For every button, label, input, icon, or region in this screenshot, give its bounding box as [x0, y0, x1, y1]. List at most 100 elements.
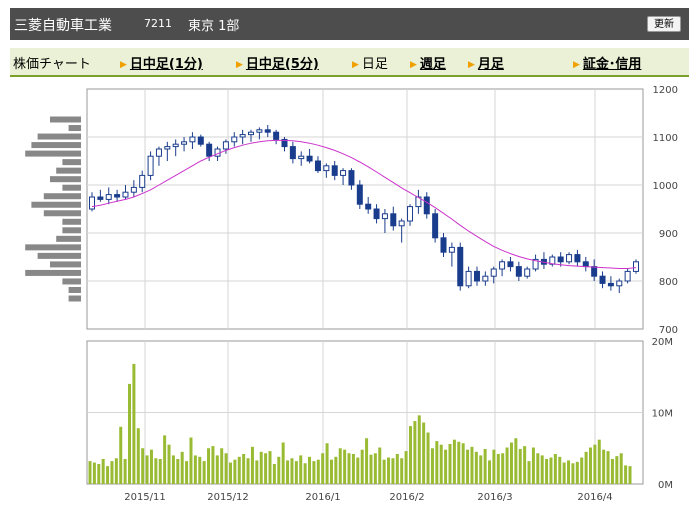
price-tick-label: 700 — [659, 325, 678, 336]
candle-body — [298, 155, 305, 160]
volume-bar — [479, 455, 483, 484]
volume-bar — [180, 451, 184, 484]
volume-bar — [422, 422, 426, 484]
volume-bar — [149, 449, 153, 484]
volume-profile-bar — [50, 261, 81, 268]
candle-body — [490, 268, 497, 277]
candle-body — [155, 148, 162, 157]
volume-bar — [294, 461, 298, 484]
volume-bar — [518, 448, 522, 484]
candle-body — [197, 136, 204, 145]
volume-bar — [628, 466, 632, 484]
volume-bar — [290, 458, 294, 484]
volume-tick-label: 10M — [652, 409, 673, 420]
volume-bar — [277, 456, 281, 484]
candle-body — [407, 206, 414, 222]
volume-bar — [531, 447, 535, 484]
date-tick-label: 2015/11 — [124, 492, 166, 503]
volume-bar — [255, 460, 259, 484]
volume-bar — [492, 449, 496, 484]
volume-bar — [400, 458, 404, 484]
price-tick-label: 900 — [659, 229, 678, 240]
volume-profile-bar — [62, 218, 81, 225]
volume-bar — [224, 453, 228, 484]
volume-bar — [141, 448, 145, 484]
candle-body — [423, 196, 430, 215]
volume-profile-bar — [37, 133, 81, 140]
date-tick-label: 2015/12 — [207, 492, 249, 503]
volume-bar — [193, 455, 197, 484]
candle-body — [139, 174, 146, 188]
volume-bar — [114, 458, 118, 484]
volume-bar — [123, 458, 127, 484]
volume-bar — [286, 460, 290, 484]
volume-profile-bar — [62, 184, 81, 191]
volume-bar — [501, 453, 505, 484]
volume-profile-bar — [68, 125, 81, 132]
volume-bar — [211, 446, 215, 484]
candle-body — [381, 213, 388, 220]
volume-bar — [185, 461, 189, 484]
candle-body — [264, 129, 271, 133]
volume-bar — [391, 458, 395, 484]
volume-bar — [334, 456, 338, 484]
volume-bar — [593, 444, 597, 484]
candle-body — [306, 155, 313, 162]
candle-body — [231, 136, 238, 143]
candle-body — [557, 256, 564, 263]
volume-bar — [250, 446, 254, 484]
candle-body — [499, 261, 506, 270]
volume-bar — [523, 446, 527, 484]
volume-bar — [215, 455, 219, 484]
candle-body — [356, 184, 363, 205]
volume-bar — [395, 453, 399, 484]
candle-body — [633, 261, 639, 272]
volume-bar — [606, 451, 610, 484]
candle-body — [256, 129, 263, 133]
volume-bar — [321, 453, 325, 484]
volume-bar — [430, 448, 434, 484]
volume-bar — [264, 453, 268, 484]
volume-bar — [303, 463, 307, 484]
volume-bar — [417, 415, 421, 484]
volume-bar — [509, 442, 513, 484]
candle-body — [222, 141, 229, 150]
candle-body — [373, 208, 380, 220]
candle-body — [473, 270, 480, 282]
candle-body — [457, 246, 464, 287]
volume-bar — [610, 458, 614, 484]
candle-body — [97, 196, 104, 200]
volume-bar — [154, 458, 158, 484]
volume-bar — [325, 443, 329, 484]
candle-body — [624, 270, 631, 282]
candle-body — [607, 282, 614, 287]
volume-bar — [347, 453, 351, 484]
volume-bar — [413, 421, 417, 484]
volume-bar — [308, 456, 312, 484]
volume-bar — [619, 453, 623, 484]
volume-profile-bar — [50, 176, 81, 183]
volume-bar — [233, 459, 237, 484]
volume-bar — [299, 455, 303, 484]
candle-body — [616, 280, 623, 287]
volume-profile-bar — [62, 278, 81, 285]
candle-body — [181, 141, 188, 145]
candle-body — [348, 170, 355, 186]
volume-bar — [198, 456, 202, 484]
date-tick-label: 2016/4 — [577, 492, 612, 503]
volume-bar — [145, 455, 149, 484]
volume-bar — [132, 363, 136, 484]
candle-body — [599, 275, 606, 284]
candle-body — [524, 268, 531, 277]
volume-bar — [452, 439, 456, 484]
volume-bar — [448, 443, 452, 484]
volume-bar — [189, 437, 193, 484]
volume-bar — [540, 455, 544, 484]
volume-bar — [545, 458, 549, 484]
volume-bar — [602, 449, 606, 484]
candle-body — [507, 261, 514, 268]
volume-bar — [527, 461, 531, 484]
volume-bar — [461, 443, 465, 484]
candle-body — [289, 146, 296, 160]
price-volume-chart: 1200 1100 1000 900 800 70020M 10M 0M 2015/11 2015… — [25, 85, 678, 503]
